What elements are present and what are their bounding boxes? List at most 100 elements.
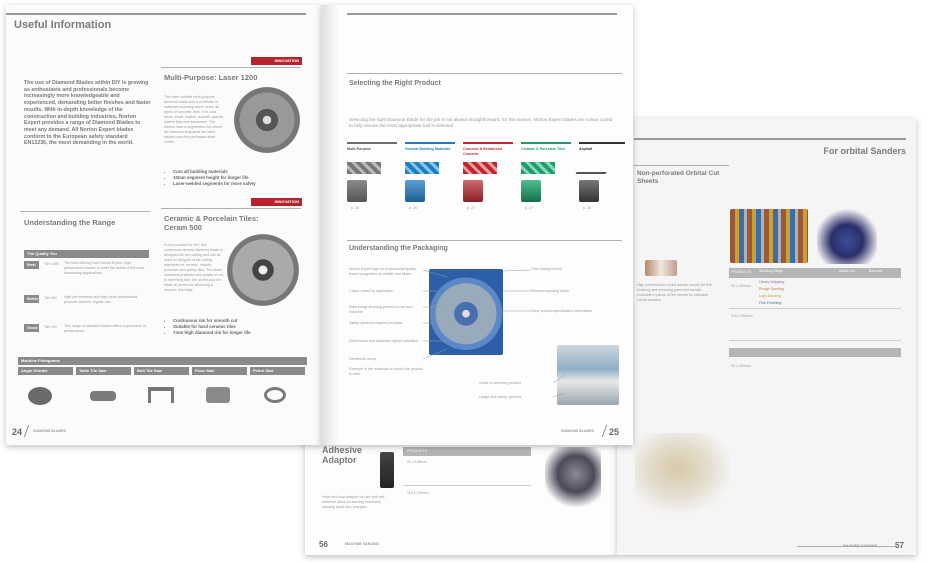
callout-lines <box>422 269 566 398</box>
page-25-footer: DIAMOND BLADES <box>561 429 594 433</box>
general-building-blade-photo <box>405 180 425 202</box>
callout-line-left-1 <box>422 269 448 278</box>
useful-info-title: Useful Information <box>14 19 112 31</box>
intro-text: The use of Diamond Blades within DIY is … <box>24 80 151 147</box>
asphalt-road-icon <box>575 162 613 174</box>
orbital-body: High performance orbital sander sheets f… <box>637 283 712 302</box>
back-left-page: Adhesive Adaptor Hook and loop adaptor f… <box>305 437 617 555</box>
product2-bullet-3: 7mm high diamond rim for longer life <box>173 330 313 336</box>
category-multi-purpose-label: Multi-Purpose <box>347 147 371 151</box>
sanding-hand-photo <box>635 433 730 513</box>
floor-saw-icon <box>206 387 230 403</box>
spine-shadow <box>321 5 339 445</box>
petrol-saw-icon <box>264 387 286 403</box>
category-multi-purpose: Multi-Purpose p. 26 <box>347 142 397 211</box>
machine-table-tile-saw-label: Table Tile Saw <box>76 367 131 375</box>
category-general-building-label: General Building Materials <box>405 147 451 151</box>
orbital-row-line-1 <box>729 308 901 309</box>
category-ceramic-bar <box>521 142 571 144</box>
ceram-500-blade-photo <box>226 233 300 307</box>
product1-rule <box>161 67 301 68</box>
machine-petrol-saw-label: Petrol Saw <box>250 367 305 375</box>
page-24-number: 24 <box>12 427 23 437</box>
page-57-number: 57 <box>895 541 904 550</box>
category-asphalt: Asphalt p. 28 <box>575 142 625 211</box>
concrete-blade-photo <box>463 180 483 202</box>
page-57-footer: MACHINE SANDING <box>843 544 878 548</box>
category-multi-purpose-bar <box>347 142 397 144</box>
angle-grinder-icon <box>28 387 52 405</box>
machine-floor-saw-label: Floor Saw <box>192 367 247 375</box>
packaging-rule <box>347 240 622 241</box>
adhesive-adaptor-title: Adhesive Adaptor <box>322 445 363 465</box>
tier-good-name: Good <box>24 324 39 332</box>
category-concrete-bar <box>463 142 513 144</box>
adaptor-row-line <box>403 485 531 486</box>
bolt-tile-saw-icon <box>148 387 174 403</box>
category-general-building: General Building Materials p. 26 <box>405 142 455 211</box>
sheet-samples-photo <box>645 260 677 276</box>
category-ceramic: Ceramic & Porcelain Tiles p. 27 <box>521 142 571 211</box>
page-25-number: 25 <box>609 427 620 437</box>
range-rule <box>20 211 150 212</box>
orbital-header-barcode: Barcode <box>869 269 883 273</box>
product1-bullets: Cuts all building materials 10mm segment… <box>166 169 313 187</box>
packaging-title: Understanding the Packaging <box>349 245 448 252</box>
tier-row-good: Good Tier 100 This range of standard bla… <box>24 324 149 342</box>
adaptor-photo <box>380 452 394 488</box>
product2-bullets: Continuous rim for smooth cut Suitable f… <box>166 318 313 336</box>
sanding-disc-photo <box>545 447 601 507</box>
page-24-slash <box>23 425 30 437</box>
selecting-rule <box>347 73 622 74</box>
orbital-stage-3: Light Sanding <box>759 294 781 298</box>
machine-petrol-saw: Petrol Saw <box>250 367 305 415</box>
orbital-stage-2: Rough Sanding <box>759 287 784 291</box>
packaging-diagram: Norton Expert logo for professional qual… <box>347 267 627 427</box>
product1-title: Multi-Purpose: Laser 1200 <box>164 73 258 82</box>
innovation-badge-2: INNOVATION <box>251 198 302 206</box>
orbital-stage-4: Fine Finishing <box>759 301 782 305</box>
product1-body: This laser welded multi-purpose diamond … <box>164 95 224 144</box>
left-top-rule <box>6 13 306 15</box>
orbital-table-header-2 <box>729 348 901 357</box>
orbital-sander-photo <box>817 206 877 264</box>
machine-floor-saw: Floor Saw <box>192 367 247 415</box>
callout-line-right-4 <box>552 374 566 384</box>
category-multi-purpose-page: p. 26 <box>351 206 359 210</box>
product1-bullet-3: Laser-welded segments for more safety <box>173 181 313 187</box>
category-concrete-page: p. 27 <box>467 206 475 210</box>
product2-rule <box>161 208 301 209</box>
category-ceramic-page: p. 27 <box>525 206 533 210</box>
non-perforated-title: Non-perforated Orbital Cut Sheets <box>637 170 720 185</box>
back-right-top-rule <box>634 138 906 140</box>
quality-tier-header: The Quality Tier <box>24 250 149 258</box>
page-56-footer: MACHINE SANDING <box>345 542 380 546</box>
category-asphalt-label: Asphalt <box>579 147 593 151</box>
category-general-building-page: p. 26 <box>409 206 417 210</box>
orbital-sanders-title: For orbital Sanders <box>823 146 906 156</box>
product2-body: A new concept for DIY, this continuous r… <box>164 243 224 292</box>
tier-good-code: Tier 100 <box>44 325 58 329</box>
orbital-header-article: Article No. <box>839 269 856 273</box>
selecting-title: Selecting the Right Product <box>349 80 441 87</box>
selecting-intro: Selecting the right Diamond Blade for th… <box>349 117 613 128</box>
right-top-rule <box>347 13 617 15</box>
right-page: Selecting the Right Product Selecting th… <box>321 5 633 445</box>
page-24-footer: DIAMOND BLADES <box>33 429 66 433</box>
sheets-pack-photo <box>730 209 808 263</box>
tier-better-name: Better <box>24 295 39 303</box>
category-concrete-label: Concrete & Reinforced Concrete <box>463 147 502 156</box>
category-asphalt-page: p. 28 <box>583 206 591 210</box>
page-56-number: 56 <box>319 540 328 549</box>
tier-row-best: Best Tier 1000 The best offering from No… <box>24 261 149 279</box>
multi-purpose-tiles-icon <box>347 162 381 174</box>
table-tile-saw-icon <box>90 391 116 401</box>
machine-angle-grinder-label: Angle Grinder <box>18 367 73 375</box>
machine-bolt-tile-saw: Bolt Tile Saw <box>134 367 189 415</box>
adaptor-header-text: PRODUCTS <box>407 449 428 453</box>
range-title: Understanding the Range <box>24 218 116 227</box>
multi-purpose-blade-photo <box>347 180 367 202</box>
general-building-blocks-icon <box>405 162 439 174</box>
orbital-header-products: PRODUCTS <box>731 270 752 274</box>
concrete-slab-icon <box>463 162 497 174</box>
